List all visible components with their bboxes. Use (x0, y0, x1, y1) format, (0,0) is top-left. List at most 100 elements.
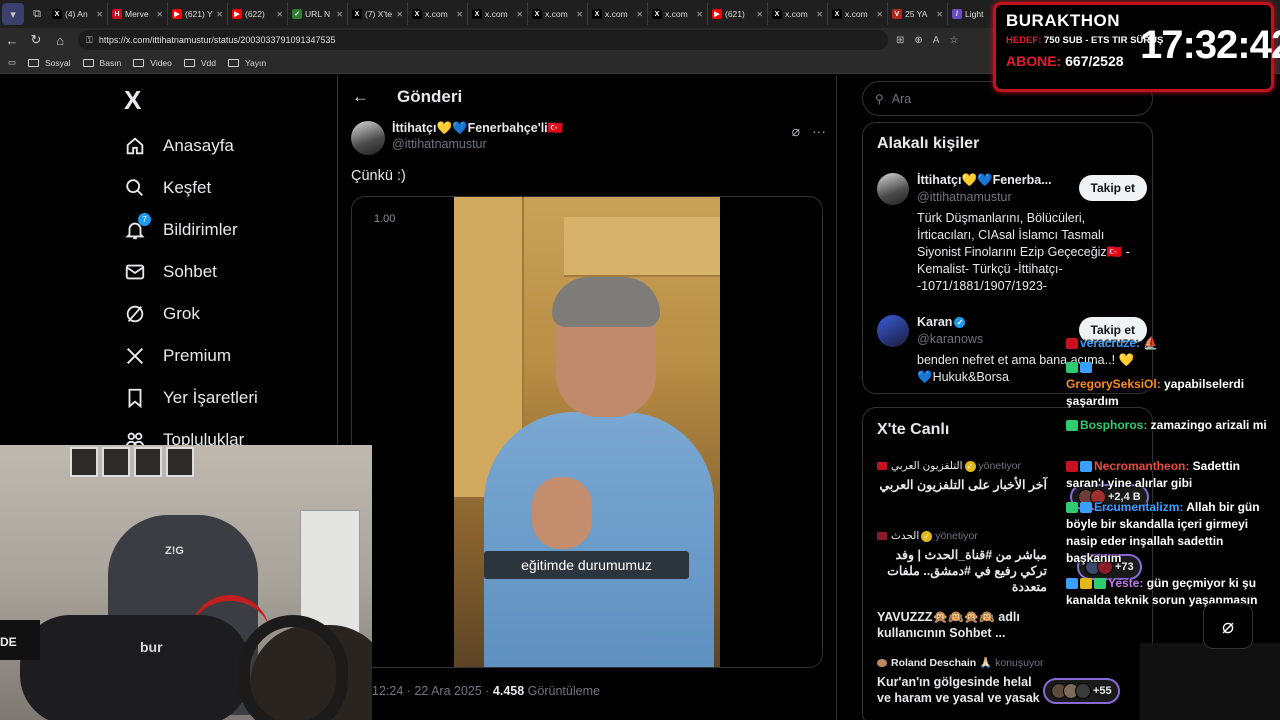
bookmark-folder[interactable]: Yayın (228, 58, 266, 68)
tab-close-icon[interactable]: ✕ (876, 10, 883, 19)
tab-close-icon[interactable]: ✕ (336, 10, 343, 19)
back-arrow-icon[interactable]: ← (352, 87, 369, 107)
nav-label: Keşfet (163, 178, 212, 197)
subathon-timer: BURAKTHON HEDEF: 750 SUB - ETS TIR SÜRÜŞ… (993, 2, 1280, 92)
browser-tab[interactable]: Xx.com ✕ (528, 3, 588, 25)
live-role: yönetiyor (978, 460, 1022, 472)
listener-count[interactable]: +55 (1043, 678, 1120, 704)
tab-favicon-icon: X (532, 9, 542, 19)
person-name-text: Karan (917, 315, 953, 329)
live-item[interactable]: Roland Deschain 🙏🏻 konuşuyor Kur'an'ın g… (877, 656, 1047, 706)
home-browser-icon[interactable]: ⌂ (48, 28, 72, 52)
grok-icon[interactable]: ⌀ (792, 123, 800, 140)
nav-item-premium[interactable]: Premium (124, 341, 231, 371)
browser-tab[interactable]: Xx.com ✕ (468, 3, 528, 25)
live-item[interactable]: التلفزيون العربي ✓ yönetiyor آخر الأخبار … (877, 460, 1047, 493)
tab-actions-icon[interactable]: ⧉ (26, 3, 48, 25)
author-name[interactable]: İttihatçı💛💙Fenerbahçe'li🇹🇷 (392, 121, 563, 136)
tab-close-icon[interactable]: ✕ (756, 10, 763, 19)
browser-tab[interactable]: X (7) X'te ✕ (348, 3, 408, 25)
avatar[interactable] (877, 315, 909, 347)
bookmark-folder[interactable]: Sosyal (28, 58, 71, 68)
grok-icon: ⌀ (1221, 615, 1235, 638)
tab-favicon-icon: X (412, 9, 422, 19)
video-frame[interactable]: eğitimde durumumuz (454, 197, 720, 667)
translate-icon[interactable]: ⊞ (896, 35, 904, 46)
avatar[interactable] (877, 173, 909, 205)
live-item[interactable]: الحدث ✓ yönetiyor مباشر من #قناة_الحدث | … (877, 530, 1047, 595)
video-player[interactable]: 1.00 eğitimde durumumuz (351, 196, 823, 668)
chat-user: Yeste: (1108, 576, 1144, 590)
browser-tab[interactable]: Xx.com ✕ (768, 3, 828, 25)
bookmark-folder[interactable]: Vdd (183, 58, 216, 68)
photo-frame (70, 447, 98, 477)
tab-close-icon[interactable]: ✕ (456, 10, 463, 19)
tab-close-icon[interactable]: ✕ (216, 10, 223, 19)
browser-tab[interactable]: X (4) An ✕ (48, 3, 108, 25)
browser-tab[interactable]: V 25 YA ✕ (888, 3, 948, 25)
person-card[interactable]: İttihatçı💛💙Fenerba... @ittihatnamustur T… (877, 173, 1147, 303)
nav-label: Sohbet (163, 262, 217, 281)
tab-close-icon[interactable]: ✕ (276, 10, 283, 19)
person-name[interactable]: Karan ✓ (917, 315, 966, 329)
live-headline: Kur'an'ın gölgesinde helal ve haram ve y… (877, 675, 1040, 705)
person-hand (532, 477, 592, 549)
tab-close-icon[interactable]: ✕ (516, 10, 523, 19)
author-handle[interactable]: @ittihatnamustur (392, 137, 563, 151)
grok-float-button[interactable]: ⌀ (1203, 603, 1253, 649)
chat-user: veracruze: (1080, 336, 1141, 350)
post-time[interactable]: 12:24 · 22 Ara 2025 · (372, 684, 493, 698)
bookmark-folder[interactable]: Basın (82, 57, 122, 68)
bookmark-label: Basın (99, 57, 122, 68)
tab-close-icon[interactable]: ✕ (696, 10, 703, 19)
browser-tab[interactable]: ▶ (622) ✕ (228, 3, 288, 25)
follow-button[interactable]: Takip et (1078, 175, 1147, 201)
badge-icon (1080, 461, 1092, 473)
photo-frame (134, 447, 162, 477)
video-subtitle: eğitimde durumumuz (484, 551, 689, 579)
avatar[interactable] (351, 121, 385, 155)
headphones (238, 615, 348, 720)
read-aloud-icon[interactable]: A (933, 35, 940, 46)
favorite-star-icon[interactable]: ☆ (949, 35, 958, 46)
browser-tab[interactable]: Xx.com ✕ (588, 3, 648, 25)
x-logo[interactable]: X (124, 85, 141, 116)
tab-title: (7) X'te (365, 9, 393, 19)
live-item[interactable]: YAVUZZZ🙊🙉🙊🙉 adlı kullanıcının Sohbet ... (877, 604, 1047, 641)
tab-list-icon[interactable]: ▾ (2, 3, 24, 25)
nav-item-explore[interactable]: Keşfet (124, 173, 211, 203)
url-field[interactable]: ⚿ https://x.com/ittihatnamustur/status/2… (78, 30, 888, 50)
nav-item-home[interactable]: Anasayfa (124, 131, 234, 161)
back-icon[interactable]: ← (0, 28, 24, 52)
browser-tab[interactable]: H Merve ✕ (108, 3, 168, 25)
tab-title: x.com (485, 9, 508, 19)
browser-tab[interactable]: Xx.com ✕ (408, 3, 468, 25)
photo-frame (166, 447, 194, 477)
bookmark-folder[interactable]: Video (133, 58, 172, 68)
browser-tab[interactable]: Xx.com ✕ (828, 3, 888, 25)
tab-close-icon[interactable]: ✕ (156, 10, 163, 19)
bookmark-label: Sosyal (45, 57, 71, 68)
reload-icon[interactable]: ↻ (24, 28, 48, 52)
nav-item-chat[interactable]: Sohbet (124, 257, 217, 287)
person-name[interactable]: İttihatçı💛💙Fenerba... (917, 173, 1052, 188)
browser-tab[interactable]: ▶ (621) ✕ (708, 3, 768, 25)
nav-item-notifications[interactable]: 7 Bildirimler (124, 213, 238, 245)
tab-close-icon[interactable]: ✕ (636, 10, 643, 19)
tab-close-icon[interactable]: ✕ (576, 10, 583, 19)
more-icon[interactable]: ··· (812, 123, 826, 140)
tab-close-icon[interactable]: ✕ (396, 10, 403, 19)
verified-icon: ✓ (964, 460, 976, 472)
tab-close-icon[interactable]: ✕ (816, 10, 823, 19)
tab-close-icon[interactable]: ✕ (96, 10, 103, 19)
reading-list-icon[interactable]: ▭ (8, 57, 16, 68)
browser-tab[interactable]: ▶ (621) Y ✕ (168, 3, 228, 25)
zoom-icon[interactable]: ⊕ (914, 35, 922, 46)
badge-icon (1094, 578, 1106, 590)
nav-item-grok[interactable]: Grok (124, 299, 200, 329)
browser-tab[interactable]: Xx.com ✕ (648, 3, 708, 25)
browser-tab[interactable]: ✓ URL N ✕ (288, 3, 348, 25)
nav-item-bookmarks[interactable]: Yer İşaretleri (124, 383, 258, 413)
tab-close-icon[interactable]: ✕ (936, 10, 943, 19)
tab-favicon-icon: X (592, 9, 602, 19)
